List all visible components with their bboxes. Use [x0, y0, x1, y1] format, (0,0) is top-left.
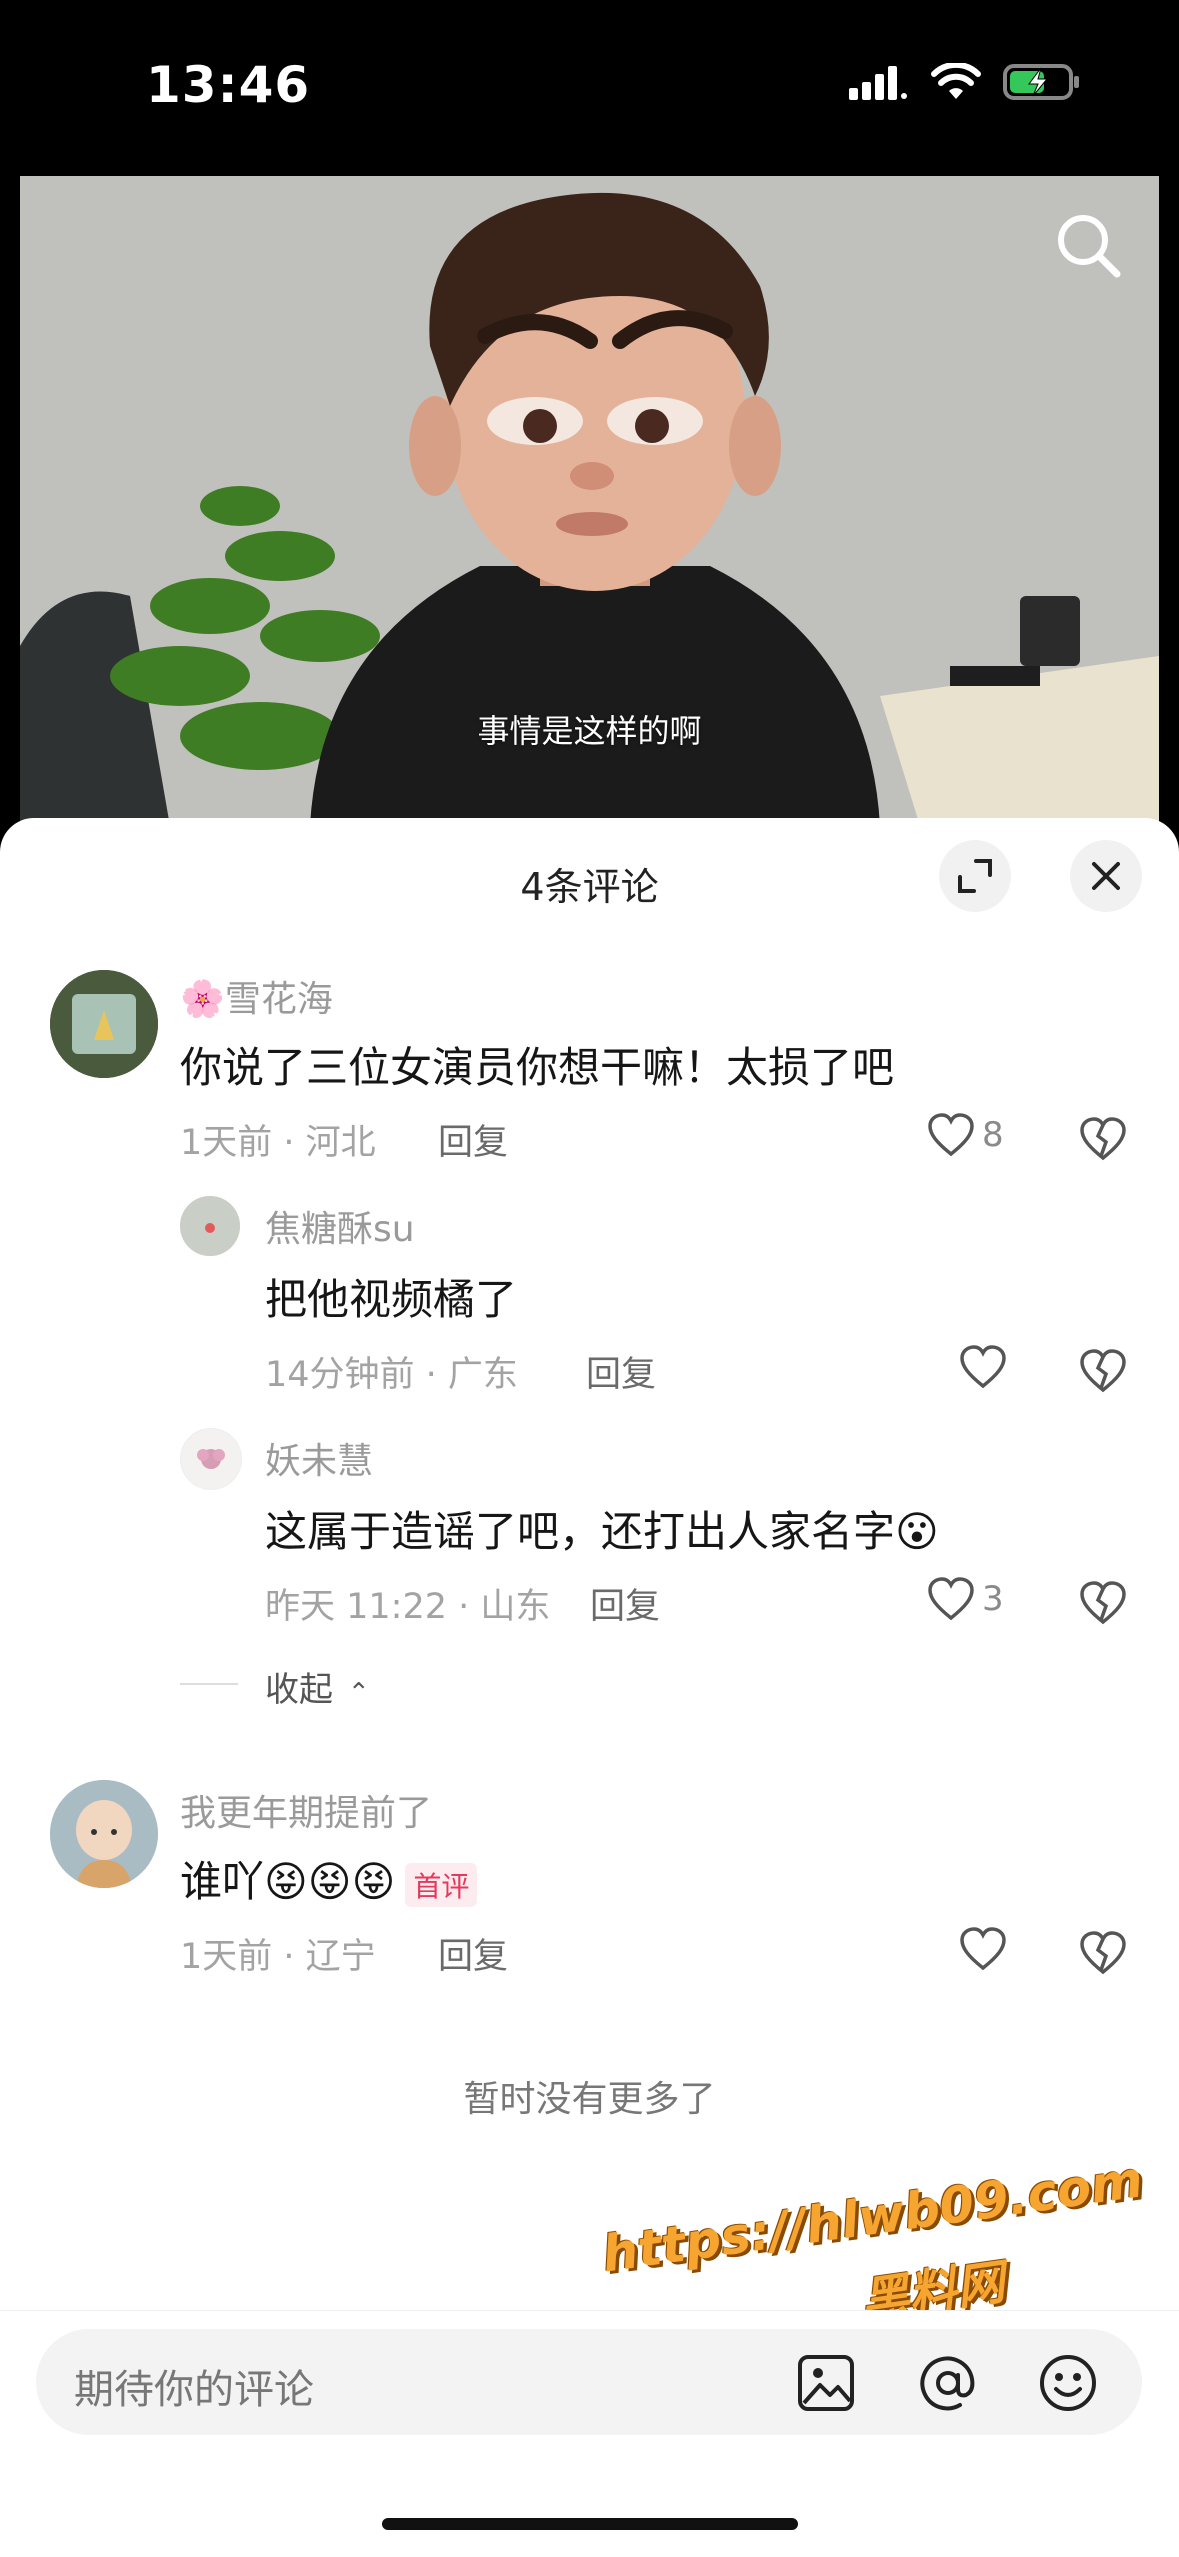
avatar[interactable] — [180, 1428, 242, 1490]
battery-charging-icon — [1003, 64, 1079, 100]
comment-author[interactable]: 焦糖酥su — [265, 1200, 415, 1252]
like-button[interactable] — [958, 1926, 1014, 1972]
dislike-button[interactable] — [1078, 1116, 1128, 1166]
comments-sheet: 4条评论 🌸雪花海 你说了三位女演员你想干嘛！太损了吧 1天前 · 河北 回复 … — [0, 818, 1179, 2556]
avatar-image — [50, 970, 158, 1078]
like-button[interactable]: 8 — [926, 1112, 1004, 1158]
dislike-button[interactable] — [1078, 1580, 1128, 1630]
comment-text: 你说了三位女演员你想干嘛！太损了吧 — [180, 1043, 895, 1092]
status-icons — [849, 62, 1083, 102]
video-subtitle: 事情是这样的啊 — [477, 712, 702, 750]
dislike-button[interactable] — [1078, 1930, 1128, 1980]
close-icon — [1092, 862, 1120, 890]
heart-icon — [928, 1113, 974, 1157]
comment-text: 把他视频橘了 — [265, 1275, 518, 1324]
collapse-replies-button[interactable]: 收起 ⌃ — [265, 1662, 370, 1711]
reply-button[interactable]: 回复 — [438, 1114, 508, 1165]
close-button[interactable] — [1070, 840, 1142, 912]
emoji-button[interactable] — [1038, 2353, 1098, 2417]
heart-icon — [960, 1927, 1006, 1971]
avatar-image — [50, 1780, 158, 1888]
image-button[interactable] — [796, 2353, 856, 2417]
comment-text: 这属于造谣了吧，还打出人家名字😮 — [265, 1507, 939, 1556]
like-button[interactable]: 3 — [926, 1576, 1004, 1622]
heart-icon — [960, 1345, 1006, 1389]
broken-heart-icon — [1080, 1117, 1126, 1161]
comment-input-placeholder: 期待你的评论 — [74, 2367, 314, 2413]
search-icon — [1058, 215, 1121, 278]
collapse-label: 收起 — [265, 1670, 333, 1710]
broken-heart-icon — [1080, 1349, 1126, 1393]
dislike-button[interactable] — [1078, 1348, 1128, 1398]
comment-input[interactable]: 期待你的评论 — [36, 2329, 1142, 2435]
like-count: 3 — [982, 1579, 1004, 1619]
broken-heart-icon — [1080, 1581, 1126, 1625]
comment-author[interactable]: 🌸雪花海 — [180, 970, 333, 1022]
like-count: 8 — [982, 1115, 1004, 1155]
no-more-comments: 暂时没有更多了 — [463, 2079, 716, 2120]
heart-icon — [928, 1577, 974, 1621]
avatar-image — [197, 1449, 225, 1469]
comment-text: 谁吖😝😝😝 首评 — [180, 1848, 478, 1909]
comment-meta: 14分钟前 · 广东 — [265, 1355, 518, 1395]
video-player[interactable]: 事情是这样的啊 — [20, 176, 1159, 826]
chevron-up-icon: ⌃ — [347, 1678, 370, 1708]
expand-button[interactable] — [939, 840, 1011, 912]
status-time: 13:46 — [146, 56, 311, 114]
search-button[interactable] — [1049, 206, 1129, 286]
comment-meta: 1天前 · 辽宁 — [180, 1937, 376, 1977]
at-icon — [920, 2356, 975, 2411]
comment-meta: 昨天 11:22 · 山东 — [265, 1587, 551, 1627]
reply-button[interactable]: 回复 — [438, 1928, 508, 1979]
signal-icon — [849, 66, 907, 100]
comment-meta: 1天前 · 河北 — [180, 1123, 376, 1163]
status-bar: 13:46 — [0, 0, 1179, 176]
mention-button[interactable] — [918, 2353, 978, 2417]
avatar[interactable] — [180, 1196, 240, 1256]
reply-button[interactable]: 回复 — [586, 1346, 656, 1397]
comment-text-content: 谁吖😝😝😝 — [180, 1857, 396, 1906]
avatar[interactable] — [50, 1780, 158, 1888]
comment-author[interactable]: 我更年期提前了 — [180, 1784, 432, 1836]
like-button[interactable] — [958, 1344, 1014, 1390]
collapse-divider — [180, 1683, 238, 1685]
home-indicator — [382, 2518, 798, 2530]
comment-author[interactable]: 妖未慧 — [265, 1432, 373, 1484]
broken-heart-icon — [1080, 1931, 1126, 1975]
reply-button[interactable]: 回复 — [590, 1578, 660, 1629]
image-icon — [798, 2355, 854, 2411]
avatar[interactable] — [50, 970, 158, 1078]
emoji-icon — [1040, 2355, 1096, 2411]
avatar-image — [180, 1196, 240, 1256]
first-comment-badge: 首评 — [405, 1862, 478, 1907]
expand-icon — [958, 859, 992, 893]
wifi-icon — [931, 63, 981, 99]
